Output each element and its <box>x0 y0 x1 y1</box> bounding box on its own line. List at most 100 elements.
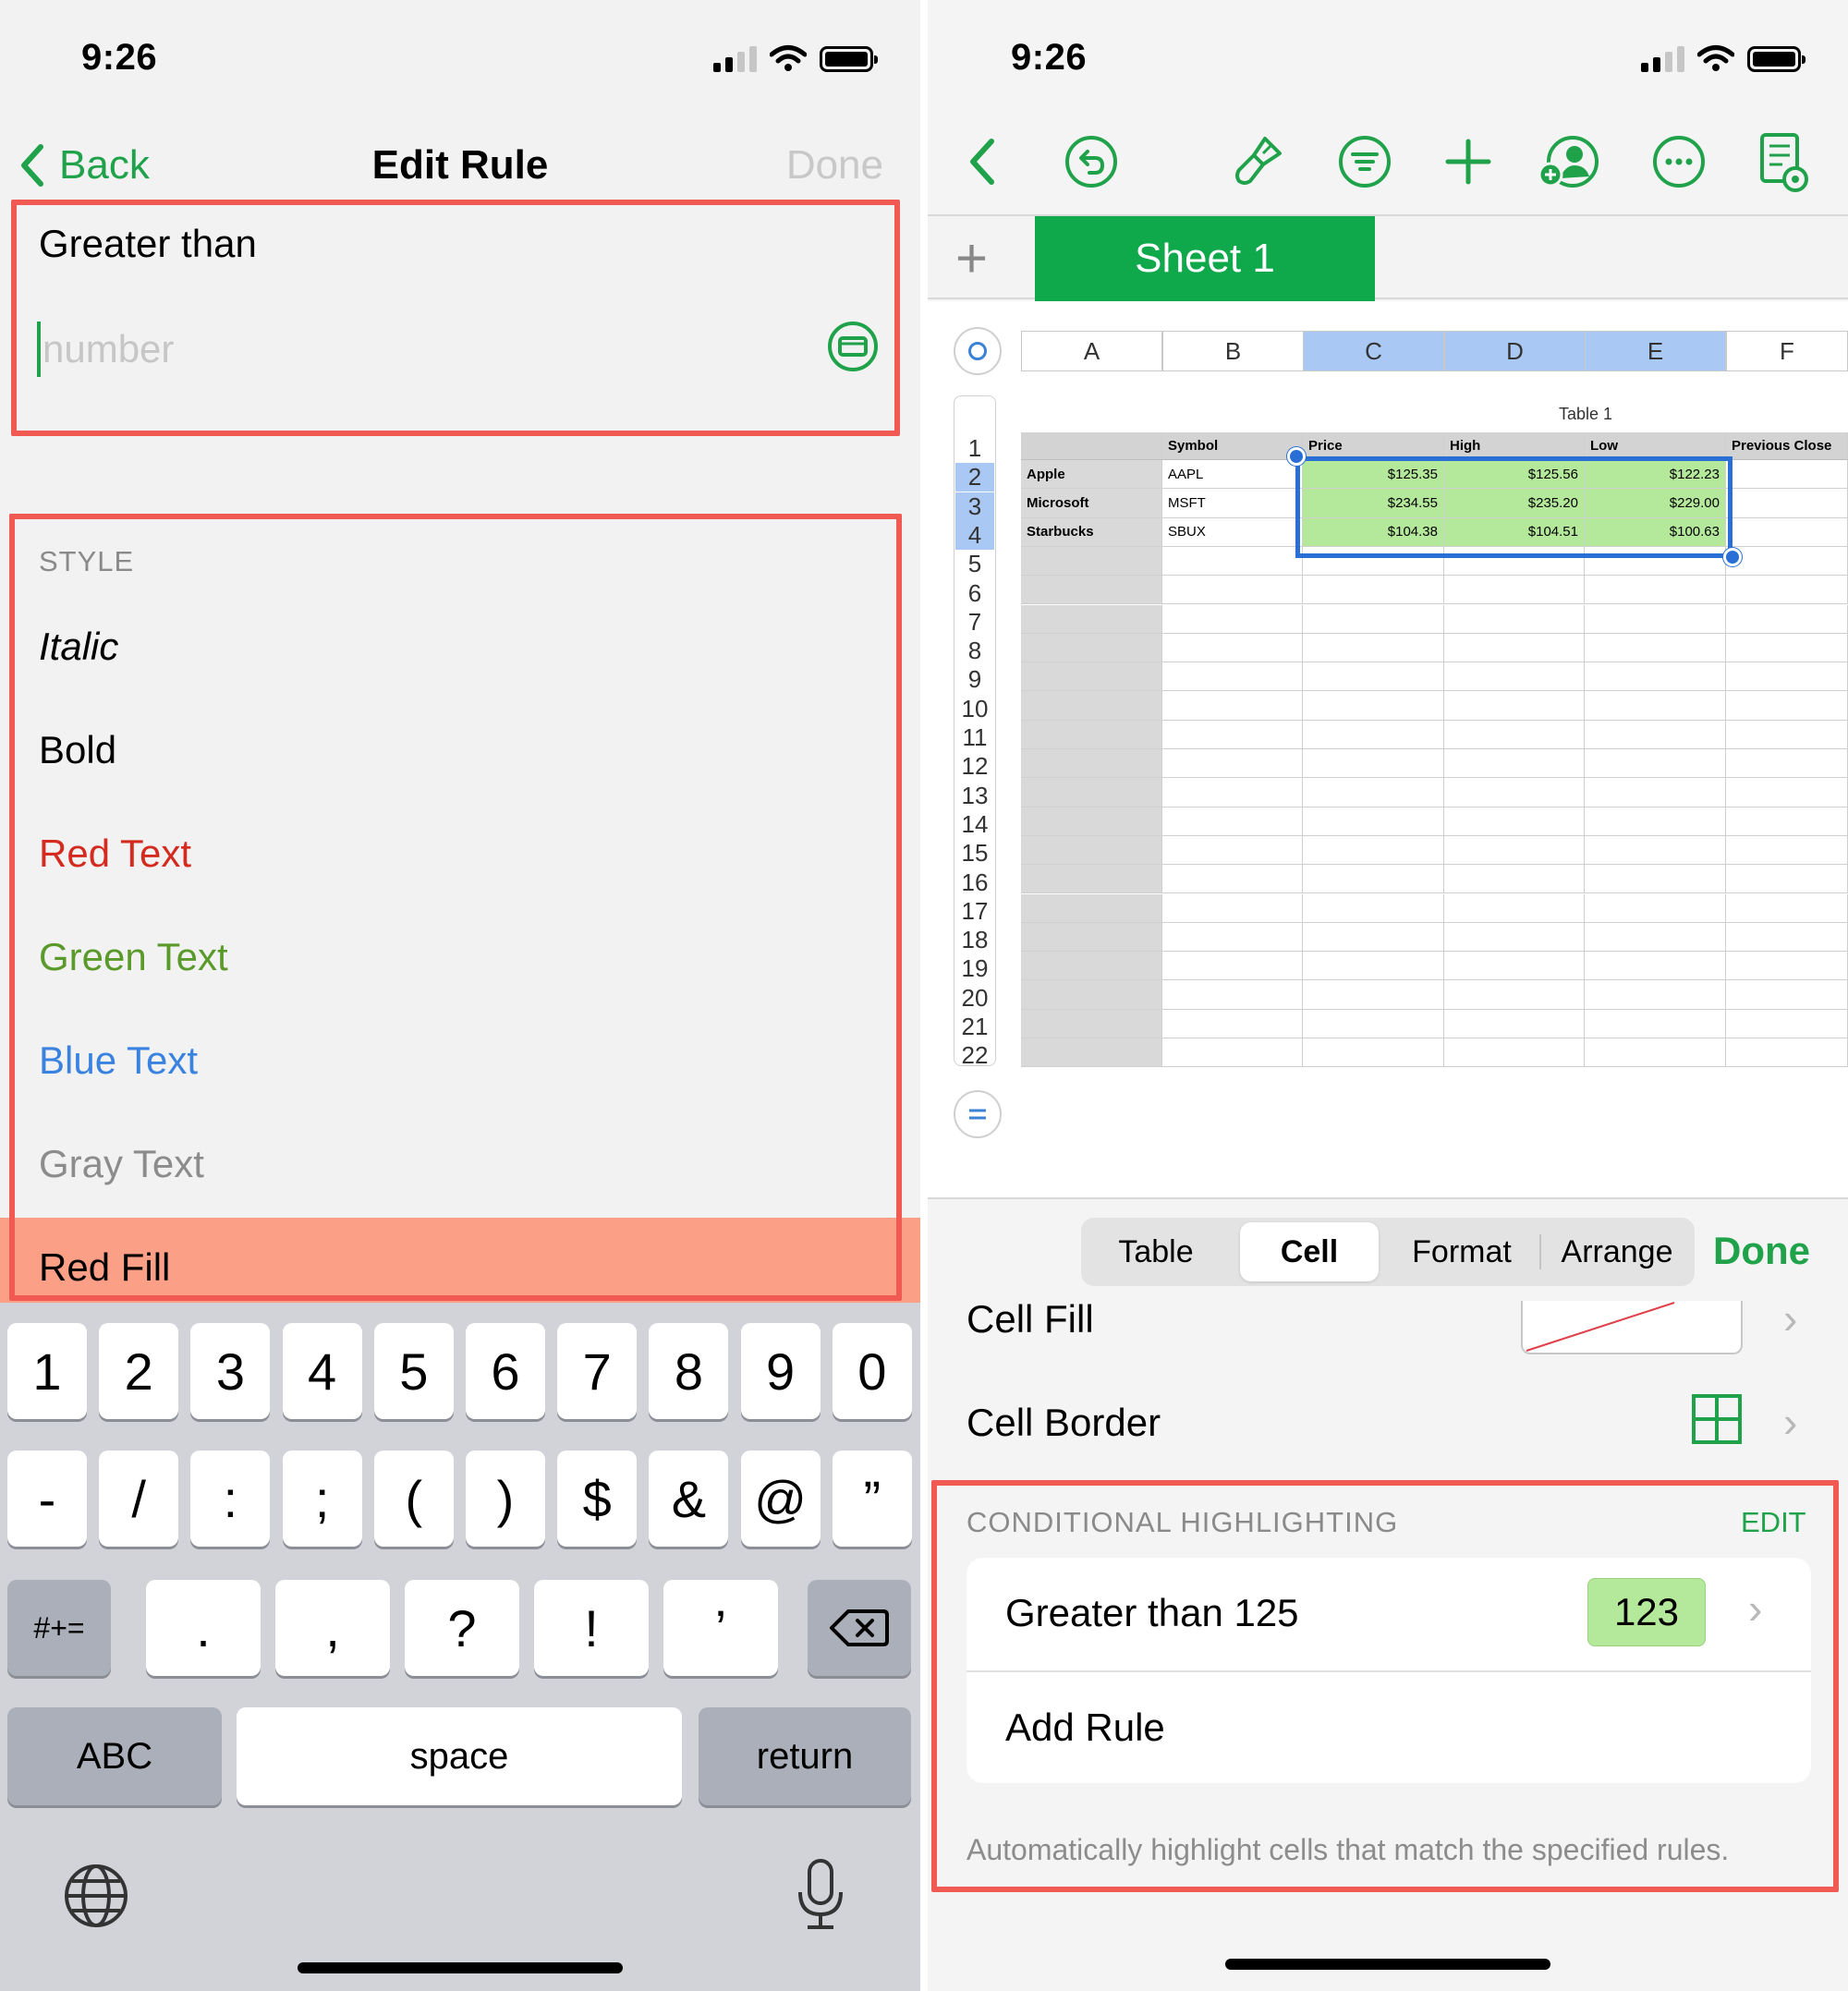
table-cell[interactable] <box>1444 1038 1585 1068</box>
selection-range[interactable] <box>1295 456 1732 558</box>
table-cell[interactable] <box>1585 807 1726 836</box>
table-cell[interactable] <box>1726 835 1848 866</box>
filter-icon[interactable] <box>1332 129 1397 194</box>
table-cell[interactable] <box>1726 1038 1848 1068</box>
space-key[interactable]: space <box>237 1707 682 1805</box>
table-cell[interactable] <box>1444 749 1585 779</box>
symbol-key-8[interactable]: @ <box>740 1451 821 1547</box>
table-cell[interactable] <box>1444 691 1585 721</box>
table-cell[interactable] <box>1021 749 1162 779</box>
row-header-12[interactable]: 12 <box>955 752 994 781</box>
table-cell[interactable] <box>1726 633 1848 663</box>
table-cell[interactable]: MSFT <box>1162 489 1303 518</box>
table-cell[interactable] <box>1585 720 1726 749</box>
table-cell[interactable] <box>1021 922 1162 953</box>
row-header-11[interactable]: 11 <box>955 723 994 752</box>
table-cell[interactable] <box>1021 865 1162 894</box>
table-cell[interactable] <box>1303 749 1444 779</box>
table-cell[interactable] <box>1021 778 1162 807</box>
cell-fill-label[interactable]: Cell Fill <box>967 1297 1094 1341</box>
table-cell[interactable] <box>1162 835 1303 866</box>
table-cell[interactable] <box>1303 576 1444 605</box>
delete-key[interactable] <box>808 1580 911 1676</box>
symbol-key-0[interactable]: - <box>7 1451 87 1547</box>
done-button[interactable]: Done <box>786 142 883 188</box>
symbol-key-7[interactable]: & <box>649 1451 729 1547</box>
table-cell[interactable] <box>1585 749 1726 779</box>
row-header-18[interactable]: 18 <box>955 926 994 954</box>
tab-cell[interactable]: Cell <box>1240 1222 1379 1281</box>
row-header-9[interactable]: 9 <box>955 665 994 694</box>
symbol-key-4[interactable]: ( <box>373 1451 454 1547</box>
table-cell[interactable] <box>1444 865 1585 894</box>
abc-key[interactable]: ABC <box>7 1707 222 1805</box>
symbol-key-6[interactable]: $ <box>557 1451 638 1547</box>
table-cell[interactable] <box>1021 893 1162 923</box>
table-cell[interactable] <box>1585 893 1726 923</box>
table-cell[interactable] <box>1162 893 1303 923</box>
add-icon[interactable] <box>1436 129 1501 194</box>
column-header-e[interactable]: E <box>1585 331 1726 371</box>
table-cell[interactable] <box>1162 952 1303 981</box>
table-cell[interactable] <box>1021 720 1162 749</box>
table-cell[interactable] <box>1303 807 1444 836</box>
table-cell[interactable] <box>1303 633 1444 663</box>
select-all-button[interactable] <box>954 327 1002 375</box>
back-chevron-icon[interactable] <box>950 129 1015 194</box>
format-brush-icon[interactable] <box>1225 129 1290 194</box>
table-cell[interactable] <box>1021 662 1162 692</box>
table-cell[interactable] <box>1726 576 1848 605</box>
add-sheet-button[interactable]: + <box>955 231 988 286</box>
selection-handle-bottom[interactable] <box>1723 548 1742 566</box>
table-cell[interactable] <box>1585 865 1726 894</box>
table-cell[interactable] <box>1585 633 1726 663</box>
number-input[interactable]: number <box>37 322 832 377</box>
row-label-cell[interactable]: Apple <box>1021 460 1162 490</box>
table-cell[interactable] <box>1726 952 1848 981</box>
row-header-6[interactable]: 6 <box>955 579 994 608</box>
rule-greater-than-label[interactable]: Greater than 125 <box>1005 1591 1299 1635</box>
table-cell[interactable] <box>1162 633 1303 663</box>
table-cell[interactable] <box>1444 980 1585 1010</box>
table-cell[interactable] <box>1585 922 1726 953</box>
table-cell[interactable] <box>1303 952 1444 981</box>
column-header-f[interactable]: F <box>1726 331 1848 371</box>
table-cell[interactable] <box>1303 662 1444 692</box>
table-cell[interactable] <box>1303 835 1444 866</box>
symbol-key-1[interactable]: / <box>99 1451 179 1547</box>
table-cell[interactable] <box>1303 691 1444 721</box>
row-header-7[interactable]: 7 <box>955 608 994 637</box>
table-cell[interactable] <box>1303 980 1444 1010</box>
row-header-3[interactable]: 3 <box>955 492 994 521</box>
row-header-2[interactable]: 2 <box>955 463 994 492</box>
rule-condition[interactable]: Greater than <box>39 222 257 266</box>
table-cell[interactable] <box>1162 604 1303 634</box>
column-header-b[interactable]: B <box>1162 331 1304 371</box>
table-cell[interactable] <box>1585 778 1726 807</box>
table-cell[interactable]: AAPL <box>1162 460 1303 490</box>
table-cell[interactable] <box>1021 807 1162 836</box>
table-cell[interactable] <box>1585 576 1726 605</box>
tab-table[interactable]: Table <box>1081 1222 1231 1281</box>
table-cell[interactable] <box>1021 576 1162 605</box>
table-cell[interactable] <box>1726 517 1848 547</box>
key-6[interactable]: 7 <box>557 1323 638 1419</box>
table-cell[interactable] <box>1162 980 1303 1010</box>
punct-key-0[interactable]: . <box>146 1580 261 1676</box>
table-cell[interactable] <box>1162 576 1303 605</box>
table-cell[interactable] <box>1726 489 1848 518</box>
row-header-10[interactable]: 10 <box>955 695 994 723</box>
cell-reference-icon[interactable] <box>828 322 878 371</box>
table-cell[interactable] <box>1021 691 1162 721</box>
table-cell[interactable] <box>1726 720 1848 749</box>
table-cell[interactable] <box>1162 749 1303 779</box>
symbol-key-5[interactable]: ) <box>466 1451 545 1547</box>
table-cell[interactable] <box>1303 922 1444 953</box>
table-cell[interactable] <box>1444 807 1585 836</box>
symbols-key[interactable]: #+= <box>7 1580 111 1676</box>
row-header-16[interactable]: 16 <box>955 868 994 897</box>
table-cell[interactable] <box>1585 835 1726 866</box>
table-cell[interactable] <box>1585 1038 1726 1068</box>
table-cell[interactable] <box>1726 691 1848 721</box>
table-cell[interactable] <box>1444 662 1585 692</box>
